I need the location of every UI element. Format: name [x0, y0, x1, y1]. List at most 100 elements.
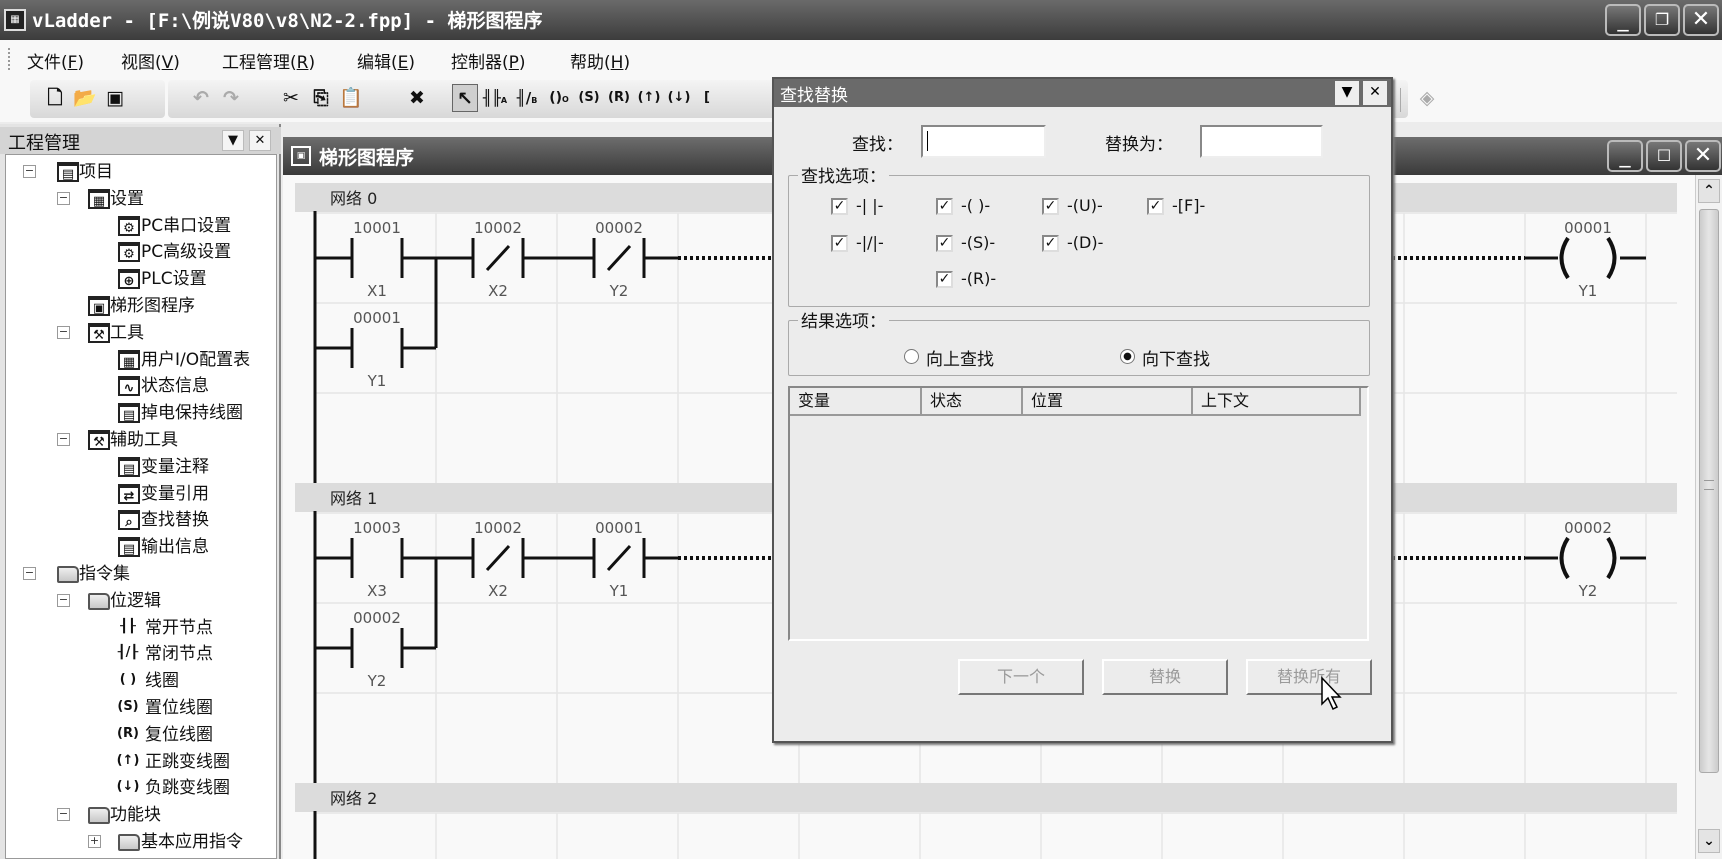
tree-item[interactable]: (↑) 正跳变线圈 — [6, 749, 276, 775]
dialog-dropdown-icon[interactable]: ▼ — [1335, 81, 1359, 105]
search-down-radio[interactable]: ● — [1120, 349, 1135, 364]
option-checkbox-nc-contact[interactable]: ✓ — [831, 235, 848, 252]
scroll-up-icon[interactable]: ⌃ — [1698, 179, 1720, 203]
tree-item[interactable]: ▤ 掉电保持线圈 — [6, 400, 276, 426]
tree-item[interactable]: ⌕ 查找替换 — [6, 507, 276, 533]
tree-item[interactable]: ┨┠ 常开节点 — [6, 615, 276, 641]
tree-item[interactable]: − ⚒ 辅助工具 — [6, 427, 276, 453]
collapse-icon[interactable]: − — [57, 325, 70, 339]
find-input[interactable] — [921, 125, 1046, 158]
tree-item[interactable]: + 基本应用指令 — [6, 829, 276, 855]
tree-item[interactable]: − ⚒ 工具 — [6, 320, 276, 346]
redo-icon[interactable]: ↷ — [218, 84, 244, 112]
replace-button[interactable]: 替换 — [1102, 659, 1228, 695]
column-header-variable[interactable]: 变量 — [790, 388, 922, 416]
collapse-icon[interactable]: − — [57, 593, 70, 607]
tree-item[interactable]: ▤ 变量注释 — [6, 454, 276, 480]
panel-dropdown-icon[interactable]: ▼ — [222, 130, 244, 151]
paste-icon[interactable]: 📋 — [338, 84, 364, 112]
scroll-down-icon[interactable]: ⌄ — [1698, 829, 1720, 853]
tree-item[interactable]: − 位逻辑 — [6, 588, 276, 614]
undo-icon[interactable]: ↶ — [188, 84, 214, 112]
tree-item[interactable]: − ▦ 设置 — [6, 186, 276, 212]
coil-address: 00001 — [1564, 219, 1612, 237]
tree-item[interactable]: (↓) 负跳变线圈 — [6, 775, 276, 801]
delete-icon[interactable]: ✖ — [404, 84, 430, 112]
option-checkbox-set[interactable]: ✓ — [936, 235, 953, 252]
collapse-icon[interactable]: − — [23, 165, 36, 178]
tree-item[interactable]: ┨/┠ 常闭节点 — [6, 641, 276, 667]
option-checkbox-coil[interactable]: ✓ — [936, 198, 953, 215]
search-up-radio[interactable] — [904, 349, 919, 364]
menu-edit[interactable]: 编辑E — [357, 48, 415, 73]
copy-icon[interactable]: ⎘ — [308, 84, 334, 112]
menu-view[interactable]: 视图V — [121, 48, 180, 73]
tree-item[interactable]: ( ) 线圈 — [6, 668, 276, 694]
menu-project[interactable]: 工程管理R — [222, 48, 315, 73]
child-close-button[interactable]: ✕ — [1685, 140, 1721, 172]
dialog-close-icon[interactable]: ✕ — [1363, 81, 1387, 105]
results-list[interactable]: 变量 状态 位置 上下文 — [788, 386, 1369, 641]
window-title: vLadder - [F:\例说V80\v8\N2-2.fpp] - 梯形图程序 — [32, 10, 543, 32]
tree-item[interactable]: ⚙ PC高级设置 — [6, 239, 276, 265]
tree-node-icon: ▦ — [88, 188, 110, 209]
save-all-icon[interactable]: ▣ — [102, 84, 128, 112]
panel-close-icon[interactable]: ✕ — [249, 130, 271, 151]
child-maximize-button[interactable]: ☐ — [1646, 140, 1682, 172]
option-checkbox-function[interactable]: ✓ — [1147, 198, 1164, 215]
close-button[interactable]: ✕ — [1683, 4, 1719, 36]
toolbar-separator — [1400, 88, 1401, 112]
tree-item[interactable]: − ▤ 项目 — [6, 159, 276, 185]
reset-coil-icon[interactable]: (R) — [606, 84, 632, 112]
scroll-thumb[interactable] — [1699, 209, 1719, 773]
negative-transition-coil-icon[interactable]: (↓) — [666, 84, 692, 112]
menu-file[interactable]: 文件F — [27, 48, 84, 73]
collapse-icon[interactable]: − — [23, 567, 36, 580]
option-checkbox-up[interactable]: ✓ — [1042, 198, 1059, 215]
tree-item[interactable]: ⚙ PC串口设置 — [6, 213, 276, 239]
normally-closed-contact-icon[interactable]: ╢/B — [514, 84, 540, 112]
column-header-context[interactable]: 上下文 — [1193, 388, 1361, 416]
open-file-icon[interactable]: 📂 — [72, 84, 98, 112]
menu-help[interactable]: 帮助H — [570, 48, 630, 73]
contact-name: X3 — [367, 582, 387, 600]
tree-item[interactable]: ▤ 输出信息 — [6, 534, 276, 560]
tree-item[interactable]: − 指令集 — [6, 561, 276, 587]
tree-item[interactable]: (R) 复位线圈 — [6, 722, 276, 748]
tree-item[interactable]: − 功能块 — [6, 802, 276, 828]
tree-item[interactable]: ∿ 状态信息 — [6, 373, 276, 399]
collapse-icon[interactable]: − — [57, 808, 70, 822]
column-header-status[interactable]: 状态 — [922, 388, 1023, 416]
replace-input[interactable] — [1200, 125, 1323, 158]
new-file-icon[interactable]: 🗋 — [42, 84, 68, 112]
panel-header: 工程管理 ▼ ✕ — [0, 127, 281, 154]
tree-item[interactable]: ▣ 梯形图程序 — [6, 293, 276, 319]
restore-button[interactable]: ❐ — [1644, 4, 1680, 36]
normally-open-contact-icon[interactable]: ╢╟A — [482, 84, 508, 112]
pointer-icon[interactable]: ↖ — [452, 84, 478, 112]
cut-icon[interactable]: ✂ — [278, 84, 304, 112]
option-checkbox-down[interactable]: ✓ — [1042, 235, 1059, 252]
tree-item[interactable]: ▦ 用户I/O配置表 — [6, 347, 276, 373]
tree-item[interactable]: ⊕ PLC设置 — [6, 266, 276, 292]
set-coil-icon[interactable]: (S) — [576, 84, 602, 112]
minimize-button[interactable]: _ — [1605, 4, 1641, 36]
next-button[interactable]: 下一个 — [958, 659, 1084, 695]
diamond-icon[interactable]: ◈ — [1414, 84, 1440, 112]
expand-icon[interactable]: + — [88, 835, 101, 848]
collapse-icon[interactable]: − — [57, 433, 70, 446]
collapse-icon[interactable]: − — [57, 191, 70, 205]
vertical-scrollbar[interactable]: ⌃ ⌄ — [1695, 175, 1722, 859]
positive-transition-coil-icon[interactable]: (↑) — [636, 84, 662, 112]
option-checkbox-reset[interactable]: ✓ — [936, 271, 953, 288]
option-checkbox-no-contact[interactable]: ✓ — [831, 198, 848, 215]
tree-item[interactable]: (S) 置位线圈 — [6, 695, 276, 721]
function-block-icon[interactable]: [ — [694, 84, 720, 112]
replace-all-button[interactable]: 替换所有 — [1246, 659, 1372, 695]
tree-item-label: 项目 — [79, 162, 113, 182]
coil-icon[interactable]: ()O — [546, 84, 572, 112]
menu-controller[interactable]: 控制器P — [451, 48, 526, 73]
tree-item[interactable]: ⇄ 变量引用 — [6, 481, 276, 507]
child-minimize-button[interactable]: _ — [1607, 140, 1643, 172]
column-header-position[interactable]: 位置 — [1023, 388, 1193, 416]
